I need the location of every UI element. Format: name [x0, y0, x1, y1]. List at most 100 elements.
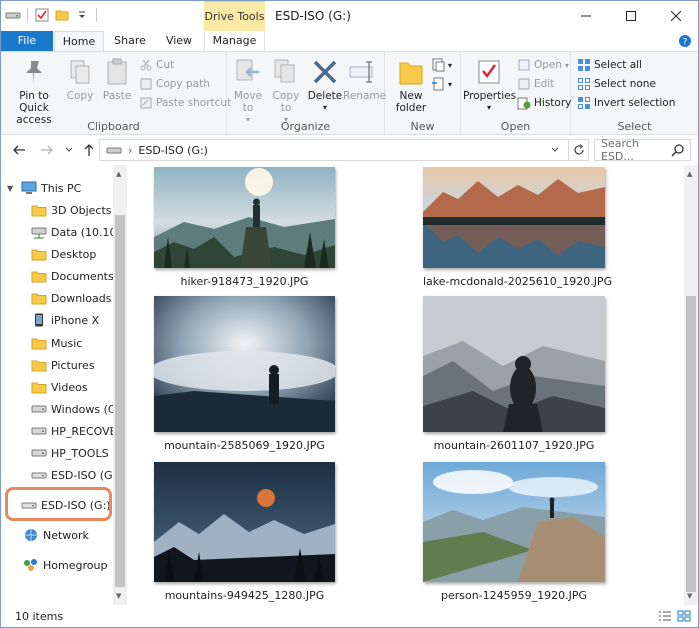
properties-button[interactable]: Properties ▾	[463, 56, 517, 114]
tab-home[interactable]: Home	[54, 31, 104, 51]
large-icons-view-icon	[677, 610, 691, 622]
nav-item-label: 3D Objects	[51, 203, 112, 217]
nav-item-9[interactable]: Videos	[31, 377, 88, 397]
paste-button[interactable]: Paste	[99, 56, 135, 102]
toolbar-divider	[96, 8, 97, 22]
help-icon[interactable]: ?	[678, 34, 692, 48]
address-bar[interactable]: › ESD-ISO (G:)	[99, 139, 569, 161]
history-button[interactable]: History	[517, 94, 571, 112]
up-button[interactable]	[81, 142, 97, 158]
edit-button[interactable]: Edit	[517, 75, 554, 93]
cut-button[interactable]: Cut	[139, 56, 174, 74]
tab-share[interactable]: Share	[105, 31, 155, 51]
thumbnail-mountain-2585069[interactable]	[154, 296, 335, 432]
paste-shortcut-button[interactable]: Paste shortcut	[139, 94, 231, 112]
view-toggle-buttons	[657, 609, 692, 623]
highlighted-drive-callout	[5, 487, 112, 521]
nav-item-12[interactable]: HP_TOOLS (E	[31, 443, 123, 463]
refresh-button[interactable]	[569, 139, 589, 161]
new-item-button[interactable]: ▾	[431, 56, 452, 74]
navigation-pane-scrollbar[interactable]: ▲ ▼	[113, 165, 127, 605]
navigation-pane-scroll-thumb[interactable]	[115, 215, 125, 587]
file-view: hiker-918473_1920.JPG lake-mcdonald-2025…	[128, 165, 684, 605]
thumbnail-person-1245959[interactable]	[423, 462, 605, 582]
history-label: History	[534, 97, 572, 109]
navigation-row: › ESD-ISO (G:) Search ESD...	[1, 136, 698, 164]
tab-file[interactable]: File	[1, 31, 53, 51]
open-button[interactable]: Open ▾	[517, 56, 569, 74]
pin-to-quick-access-button[interactable]: Pin to Quick access	[5, 56, 63, 126]
back-button[interactable]	[11, 142, 27, 158]
drive-icon	[31, 423, 47, 439]
drive-icon	[106, 147, 122, 154]
close-button[interactable]	[653, 1, 698, 31]
nav-item-13[interactable]: ESD-ISO (G:)	[31, 465, 121, 485]
nav-item-1[interactable]: 3D Objects	[31, 200, 112, 220]
explorer-window: Drive Tools ESD-ISO (G:) File Home Share…	[0, 0, 699, 628]
file-name-label[interactable]: lake-mcdonald-2025610_1920.JPG	[423, 275, 612, 288]
address-history-dropdown[interactable]	[550, 145, 560, 158]
nav-item-7[interactable]: Music	[31, 333, 82, 353]
minimize-button[interactable]	[563, 1, 608, 31]
recent-locations-button[interactable]	[61, 142, 77, 158]
file-view-scrollbar[interactable]: ▲ ▼	[684, 165, 698, 605]
file-view-scroll-thumb[interactable]	[686, 296, 696, 592]
scroll-up-icon[interactable]: ▲	[687, 170, 692, 178]
rename-button[interactable]: Rename	[343, 56, 386, 102]
copy-to-button[interactable]: Copy to ▾	[269, 56, 303, 126]
large-icons-view-button[interactable]	[676, 609, 692, 623]
copy-button[interactable]: Copy	[63, 56, 97, 102]
thumbnail-lake-mcdonald[interactable]	[423, 167, 605, 268]
ribbon: Pin to Quick access Copy Paste Cut Copy …	[1, 51, 698, 136]
copy-path-button[interactable]: Copy path	[139, 75, 210, 93]
file-name-label[interactable]: hiker-918473_1920.JPG	[154, 275, 335, 288]
chevron-down-icon[interactable]: ▼	[7, 184, 13, 193]
tab-manage[interactable]: Manage	[204, 31, 265, 51]
details-view-button[interactable]	[657, 609, 673, 623]
scroll-up-icon[interactable]: ▲	[116, 170, 121, 178]
delete-button[interactable]: Delete ▾	[307, 56, 343, 114]
nav-item-5[interactable]: Downloads	[31, 288, 111, 308]
new-folder-button[interactable]: New folder	[391, 56, 431, 114]
folder-icon	[31, 268, 47, 284]
maximize-button[interactable]	[608, 1, 653, 31]
folder-icon	[31, 379, 47, 395]
nav-item-11[interactable]: HP_RECOVEF	[31, 421, 123, 441]
refresh-icon	[573, 144, 584, 155]
nav-item-16[interactable]: Homegroup	[23, 555, 107, 575]
nav-item-8[interactable]: Pictures	[31, 355, 95, 375]
phone-icon	[31, 312, 47, 328]
select-none-button[interactable]: Select none	[577, 75, 656, 93]
search-box[interactable]: Search ESD...	[594, 137, 691, 163]
nav-item-4[interactable]: Documents	[31, 266, 114, 286]
tab-view[interactable]: View	[155, 31, 203, 51]
chevron-down-icon[interactable]	[74, 7, 90, 23]
file-name-label[interactable]: mountains-949425_1280.JPG	[154, 589, 335, 602]
forward-button[interactable]	[39, 142, 55, 158]
thumbnail-mountains-949425[interactable]	[154, 462, 335, 582]
thumbnail-mountain-2601107[interactable]	[423, 296, 605, 432]
nav-item-10[interactable]: Windows (C:	[31, 399, 119, 419]
folder-icon	[31, 202, 47, 218]
breadcrumb-current[interactable]: ESD-ISO (G:)	[138, 144, 208, 157]
lake-photo	[423, 167, 605, 268]
nav-item-6[interactable]: iPhone X	[31, 310, 99, 330]
file-name-label[interactable]: mountain-2585069_1920.JPG	[154, 439, 335, 452]
new-folder-icon[interactable]	[54, 7, 70, 23]
invert-selection-button[interactable]: Invert selection	[577, 94, 675, 112]
properties-label: Properties	[463, 90, 517, 102]
select-all-button[interactable]: Select all	[577, 56, 642, 74]
homegroup-icon	[23, 557, 39, 573]
file-name-label[interactable]: mountain-2601107_1920.JPG	[423, 439, 605, 452]
nav-item-3[interactable]: Desktop	[31, 244, 96, 264]
easy-access-button[interactable]: ▾	[431, 75, 452, 93]
properties-icon[interactable]	[34, 7, 50, 23]
move-to-button[interactable]: Move to ▾	[231, 56, 265, 126]
nav-item-15[interactable]: Network	[23, 525, 89, 545]
new-item-icon	[431, 58, 445, 72]
scroll-down-icon[interactable]: ▼	[116, 592, 121, 600]
file-name-label[interactable]: person-1245959_1920.JPG	[423, 589, 605, 602]
nav-item-0[interactable]: ▼ This PC	[7, 178, 81, 198]
scroll-down-icon[interactable]: ▼	[687, 592, 692, 600]
thumbnail-hiker[interactable]	[154, 167, 335, 268]
